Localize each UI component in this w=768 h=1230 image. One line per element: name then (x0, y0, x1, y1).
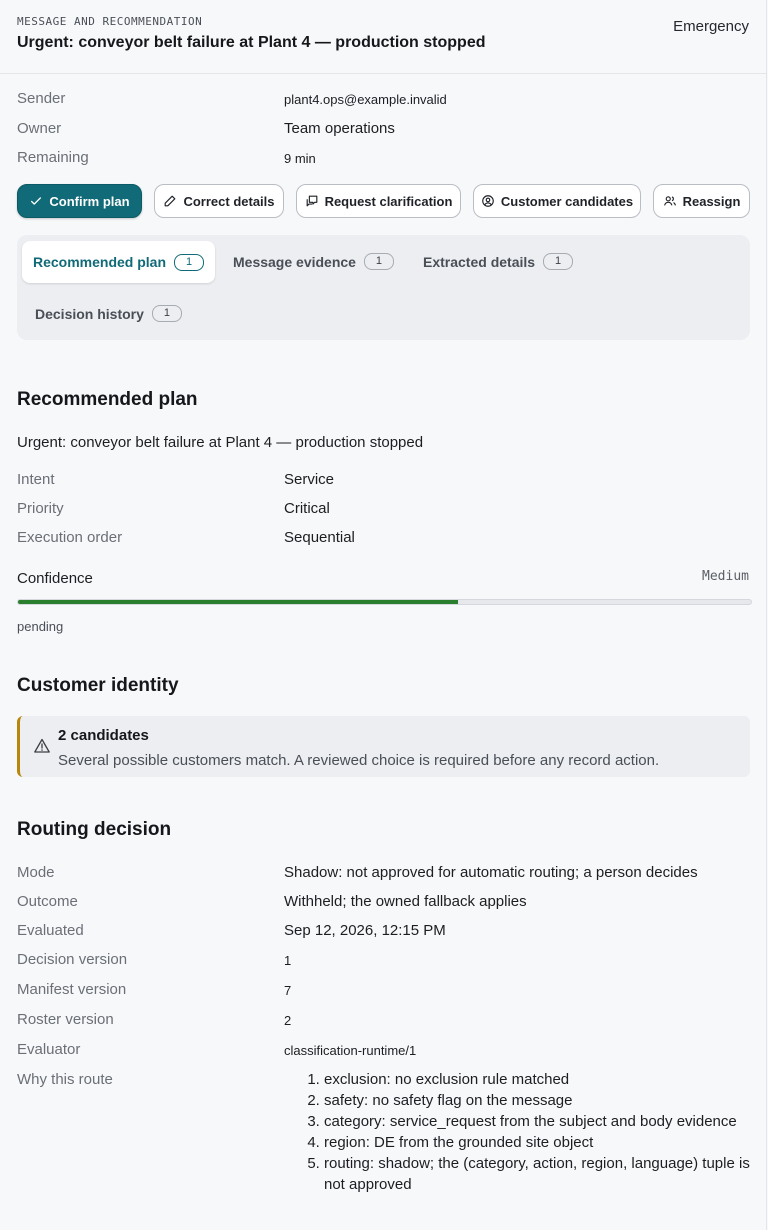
confidence-label: Confidence (17, 570, 93, 587)
customer-candidates-label: Customer candidates (500, 193, 634, 209)
section-eyebrow: MESSAGE AND RECOMMENDATION (17, 15, 203, 28)
evaluated-value: Sep 12, 2026, 12:15 PM (284, 922, 446, 939)
tab-label: Recommended plan (32, 254, 167, 270)
users-icon (663, 196, 676, 206)
alert-body: Several possible customers match. A revi… (58, 752, 660, 769)
remaining-value: 9 min (284, 151, 316, 166)
why-route-item: safety: no safety flag on the message (324, 1090, 768, 1111)
customer-candidates-button[interactable]: Customer candidates (473, 184, 641, 218)
evaluated-label: Evaluated (17, 922, 84, 939)
tab-count-badge: 1 (363, 253, 394, 270)
owner-value: Team operations (284, 120, 395, 137)
execution-order-value: Sequential (284, 529, 355, 546)
correct-details-button[interactable]: Correct details (154, 184, 284, 218)
decision-version-value: 1 (284, 953, 292, 968)
routing-heading: Routing decision (17, 819, 172, 840)
execution-order-label: Execution order (17, 529, 123, 546)
roster-version-value: 2 (284, 1013, 292, 1028)
why-route-item: exclusion: no exclusion rule matched (324, 1069, 768, 1090)
priority-value: Critical (284, 500, 330, 517)
customer-heading: Customer identity (17, 675, 179, 696)
warning-triangle-icon (34, 738, 50, 753)
why-route-item: region: DE from the grounded site object (324, 1132, 768, 1153)
header-divider (0, 73, 766, 74)
tab-label: Decision history (35, 305, 144, 322)
why-route-label: Why this route (17, 1071, 113, 1088)
sender-label: Sender (17, 90, 66, 107)
reassign-button[interactable]: Reassign (653, 184, 750, 218)
why-route-item: category: service_request from the subje… (324, 1111, 768, 1132)
alert-title: 2 candidates (58, 727, 149, 744)
confidence-bar (17, 599, 752, 605)
tab-count-badge: 1 (174, 253, 205, 271)
decision-version-label: Decision version (17, 951, 128, 968)
manifest-version-value: 7 (284, 983, 292, 998)
tab-extracted-details[interactable]: Extracted details 1 (423, 253, 574, 270)
why-route-item: routing: shadow; the (category, action, … (324, 1153, 768, 1195)
tab-count-badge: 1 (543, 253, 574, 270)
request-clarification-label: Request clarification (324, 193, 453, 209)
outcome-label: Outcome (17, 893, 78, 910)
why-route-list: exclusion: no exclusion rule matched saf… (284, 1069, 768, 1195)
plan-status: pending (17, 619, 64, 634)
mode-value: Shadow: not approved for automatic routi… (284, 864, 698, 881)
tab-bar: Recommended plan 1 Message evidence 1 Ex… (17, 235, 750, 340)
plan-heading: Recommended plan (17, 389, 198, 410)
tab-message-evidence[interactable]: Message evidence 1 (233, 253, 394, 270)
confidence-level: Medium (702, 569, 749, 584)
confirm-plan-label: Confirm plan (49, 193, 130, 209)
message-title: Urgent: conveyor belt failure at Plant 4… (17, 34, 486, 51)
mode-label: Mode (17, 864, 55, 881)
pencil-icon (165, 195, 176, 207)
sender-value: plant4.ops@example.invalid (284, 92, 447, 107)
request-clarification-button[interactable]: Request clarification (296, 184, 461, 218)
intent-label: Intent (17, 471, 55, 488)
intent-value: Service (284, 471, 335, 488)
manifest-version-label: Manifest version (17, 981, 127, 998)
correct-details-label: Correct details (183, 193, 275, 209)
confirm-plan-button[interactable]: Confirm plan (17, 184, 142, 218)
user-circle-icon (482, 195, 494, 207)
roster-version-label: Roster version (17, 1011, 114, 1028)
tab-decision-history[interactable]: Decision history 1 (35, 305, 182, 322)
check-icon (31, 197, 42, 205)
tab-count-badge: 1 (151, 305, 182, 322)
owner-label: Owner (17, 120, 62, 137)
reassign-label: Reassign (682, 193, 741, 209)
confidence-bar-fill (18, 600, 458, 604)
tab-label: Extracted details (423, 253, 536, 270)
priority-label: Priority (17, 500, 64, 517)
evaluator-value: classification-runtime/1 (284, 1043, 417, 1058)
candidates-alert: 2 candidates Several possible customers … (17, 716, 750, 777)
message-icon (306, 195, 317, 207)
tab-label: Message evidence (233, 253, 356, 270)
priority-badge: Emergency (673, 18, 749, 35)
outcome-value: Withheld; the owned fallback applies (284, 893, 527, 910)
evaluator-label: Evaluator (17, 1041, 81, 1058)
plan-subject: Urgent: conveyor belt failure at Plant 4… (17, 434, 424, 451)
remaining-label: Remaining (17, 149, 89, 166)
message-detail-panel: MESSAGE AND RECOMMENDATION Urgent: conve… (0, 0, 767, 1230)
tab-recommended-plan[interactable]: Recommended plan 1 (22, 241, 215, 283)
